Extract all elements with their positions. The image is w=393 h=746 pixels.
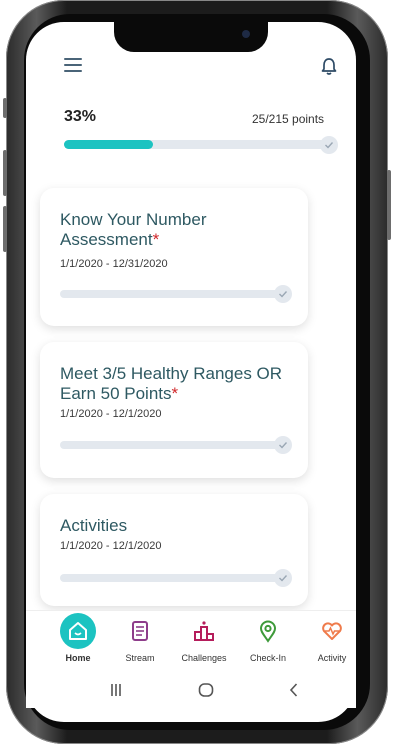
challenge-card[interactable]: Activities 1/1/2020 - 12/1/2020 — [40, 494, 308, 606]
challenge-title: Activities — [60, 516, 128, 535]
progress-percent: 33% — [64, 108, 97, 125]
mute-switch — [3, 98, 7, 118]
challenge-progress-bar — [60, 441, 288, 449]
volume-up-button — [3, 150, 7, 196]
challenge-progress-bar — [60, 290, 288, 298]
volume-down-button — [3, 206, 7, 252]
podium-icon — [192, 619, 216, 643]
heart-pulse-icon — [320, 619, 344, 643]
challenge-dates: 1/1/2020 - 12/1/2020 — [60, 540, 162, 552]
location-pin-icon — [256, 619, 280, 643]
nav-challenges-label: Challenges — [181, 653, 227, 663]
front-camera — [242, 30, 250, 38]
back-icon[interactable] — [284, 680, 304, 700]
notch — [114, 22, 268, 52]
required-mark: * — [152, 230, 160, 249]
nav-checkin[interactable]: Check-In — [238, 611, 298, 673]
challenge-card[interactable]: Know Your Number Assessment* 1/1/2020 - … — [40, 188, 308, 326]
hamburger-menu-icon[interactable] — [64, 58, 82, 72]
challenge-card[interactable]: Meet 3/5 Healthy Ranges OR Earn 50 Point… — [40, 342, 308, 478]
challenge-dates: 1/1/2020 - 12/1/2020 — [60, 408, 162, 420]
nav-stream[interactable]: Stream — [110, 611, 170, 673]
power-button — [387, 170, 391, 240]
nav-activity-label: Activity — [317, 653, 347, 663]
challenge-dates: 1/1/2020 - 12/31/2020 — [60, 258, 168, 270]
challenge-progress-bar — [60, 574, 288, 582]
bell-icon[interactable] — [319, 56, 339, 76]
challenge-title: Know Your Number Assessment* — [60, 210, 207, 249]
home-button-icon[interactable] — [196, 680, 216, 700]
progress-points: 25/215 points — [252, 112, 325, 126]
document-icon — [128, 619, 152, 643]
required-mark: * — [171, 384, 179, 403]
check-icon — [274, 436, 292, 454]
system-nav-bar — [26, 672, 356, 708]
recent-apps-icon[interactable] — [106, 680, 126, 700]
nav-home[interactable]: Home — [48, 611, 108, 673]
nav-home-label: Home — [65, 653, 91, 663]
nav-stream-label: Stream — [125, 653, 155, 663]
house-icon — [66, 619, 90, 643]
nav-challenges[interactable]: Challenges — [174, 611, 234, 673]
challenge-list: Know Your Number Assessment* 1/1/2020 - … — [26, 148, 356, 610]
challenge-title: Meet 3/5 Healthy Ranges OR Earn 50 Point… — [60, 364, 283, 403]
check-icon — [274, 285, 292, 303]
bottom-nav: Home Stream Challenges Check-In Activity — [26, 610, 356, 673]
nav-activity[interactable]: Activity — [302, 611, 362, 673]
nav-checkin-label: Check-In — [249, 653, 286, 663]
check-icon — [274, 569, 292, 587]
